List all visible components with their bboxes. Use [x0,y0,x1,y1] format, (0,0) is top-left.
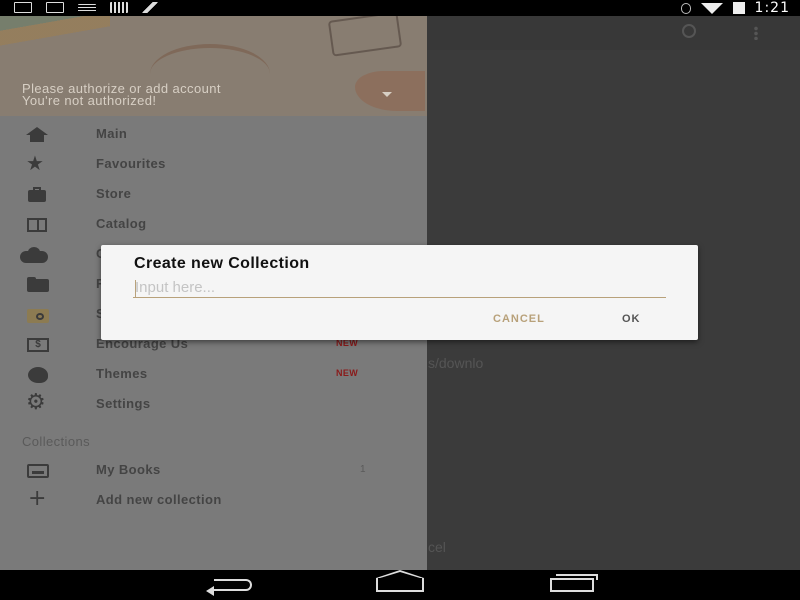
drawer-item-label: Main [96,126,128,141]
collections-header: Collections [22,434,90,449]
drawer-item-label: Favourites [96,156,166,171]
system-nav-bar [0,570,800,600]
account-status: You're not authorized! [22,93,157,108]
status-system: 1:21 [680,0,790,16]
download-icon [14,2,32,13]
briefcase-icon [26,187,48,203]
search-icon[interactable] [682,24,696,38]
barcode-icon [110,2,128,13]
background-text: cel [428,539,446,555]
home-icon [26,127,48,143]
scan-folder-icon [26,307,49,323]
collection-name-input[interactable] [133,278,666,298]
drawer-item-catalog[interactable]: Catalog [0,210,427,240]
drawer-item-label: Themes [96,366,148,381]
add-collection-button[interactable]: + Add new collection [0,486,427,516]
collection-item-label: My Books [96,462,161,477]
back-icon[interactable] [206,577,252,596]
collection-item-my-books[interactable]: My Books 1 [0,456,427,486]
drawer-item-favourites[interactable]: ★ Favourites [0,150,427,180]
drawer-item-label: Store [96,186,132,201]
create-collection-dialog: Create new Collection CANCEL OK [101,245,698,340]
books-icon [26,217,48,233]
star-icon: ★ [26,151,44,175]
plus-icon: + [28,486,47,511]
cloud-icon [20,247,48,263]
drawer-item-label: Settings [96,396,151,411]
background-text: s/downlo [428,355,484,371]
airplane-icon [142,2,158,13]
home-button-icon[interactable] [376,570,424,592]
header-art-hand [355,71,425,111]
wifi-icon [700,2,723,14]
status-notifications [14,2,158,13]
account-dropdown-icon[interactable] [382,92,392,97]
add-collection-label: Add new collection [96,492,222,507]
collection-count: 1 [360,464,366,475]
drawer-item-main[interactable]: Main [0,120,427,150]
new-badge: NEW [336,368,359,378]
inbox-icon [26,463,49,479]
status-time: 1:21 [754,0,790,16]
header-art-pencils [0,16,110,46]
recent-apps-icon[interactable] [550,574,598,592]
status-bar: 1:21 [0,0,800,16]
app-toolbar [427,16,800,50]
ok-button[interactable]: OK [622,313,641,325]
folder-icon [26,277,49,293]
message-icon [46,2,64,13]
sync-icon [78,3,96,12]
gear-icon: ⚙ [26,390,46,415]
more-vert-icon[interactable] [754,26,758,40]
bluetooth-icon [680,2,691,14]
drawer-item-themes[interactable]: Themes NEW [0,360,427,390]
dollar-icon: $ [26,337,49,353]
battery-charging-icon [732,2,745,14]
drawer-item-label: Catalog [96,216,147,231]
text-cursor [135,280,136,297]
dialog-title: Create new Collection [134,255,310,272]
cancel-button[interactable]: CANCEL [493,313,545,325]
header-art-phone [327,16,403,57]
drawer-item-store[interactable]: Store [0,180,427,210]
drawer-item-settings[interactable]: ⚙ Settings [0,390,427,420]
palette-icon [26,367,48,383]
drawer-header[interactable]: Please authorize or add account You're n… [0,16,427,116]
